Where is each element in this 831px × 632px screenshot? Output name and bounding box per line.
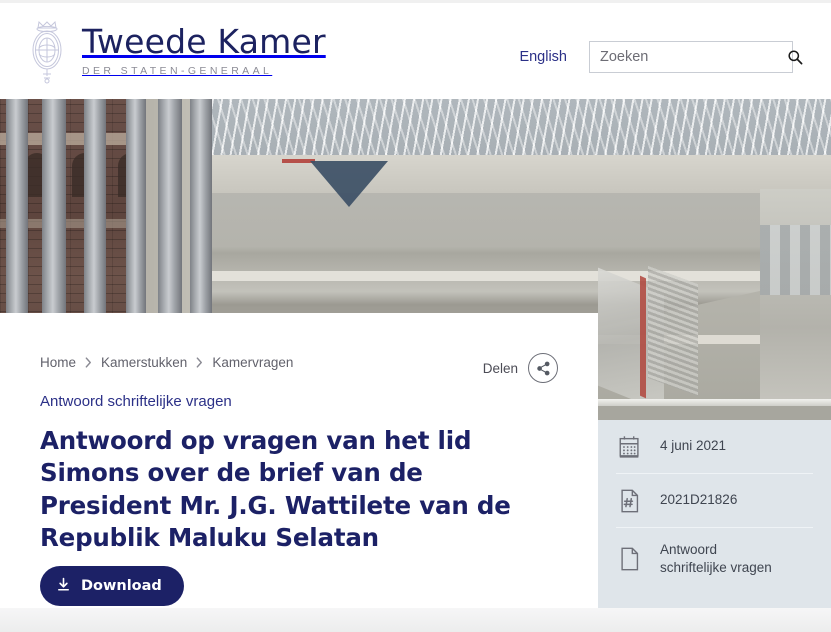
search-icon[interactable] [787,49,803,65]
document-metadata-panel: 4 juni 2021 2021D21826 Antwoord schrifte… [598,420,831,608]
download-button-label: Download [81,578,162,594]
language-switch-link[interactable]: English [519,49,567,65]
share-button[interactable]: Delen [483,353,558,383]
page-footer-strip [0,608,831,632]
calendar-icon [616,434,644,460]
content-card: Home Kamerstukken Kamervragen Delen Antw… [0,313,598,608]
download-icon [56,577,71,596]
header-right-tools: English [519,41,803,73]
metadata-date-value: 4 juni 2021 [660,438,727,454]
metadata-document-type-value: Antwoord schriftelijke vragen [660,541,772,575]
site-header: Tweede Kamer DER STATEN-GENERAAL English [0,0,831,99]
brand-subtitle: DER STATEN-GENERAAL [82,64,273,77]
page-title: Antwoord op vragen van het lid Simons ov… [40,426,511,552]
breadcrumb-item-kamerstukken[interactable]: Kamerstukken [101,355,187,370]
metadata-document-number-value: 2021D21826 [660,492,738,508]
download-button[interactable]: Download [40,566,184,606]
metadata-row-document-type: Antwoord schriftelijke vragen [616,528,813,590]
document-type-link[interactable]: Antwoord schriftelijke vragen [40,393,232,410]
search-input[interactable] [600,49,787,65]
document-icon [616,546,644,572]
page-root: Tweede Kamer DER STATEN-GENERAAL English [0,0,831,632]
breadcrumb: Home Kamerstukken Kamervragen [40,355,293,370]
breadcrumb-item-home[interactable]: Home [40,355,76,370]
metadata-row-date: 4 juni 2021 [616,420,813,474]
share-label: Delen [482,360,518,376]
chevron-right-icon [85,357,92,368]
breadcrumb-item-kamervragen[interactable]: Kamervragen [212,355,293,370]
chevron-right-icon [196,357,203,368]
share-icon[interactable] [528,353,558,383]
search-form[interactable] [589,41,803,73]
site-logo-link[interactable]: Tweede Kamer DER STATEN-GENERAAL [24,18,326,84]
brand-text: Tweede Kamer DER STATEN-GENERAAL [82,25,326,77]
brand-title: Tweede Kamer [82,22,326,62]
royal-crest-seal-icon [24,18,70,84]
metadata-row-document-number: 2021D21826 [616,474,813,528]
document-number-icon [616,488,644,514]
